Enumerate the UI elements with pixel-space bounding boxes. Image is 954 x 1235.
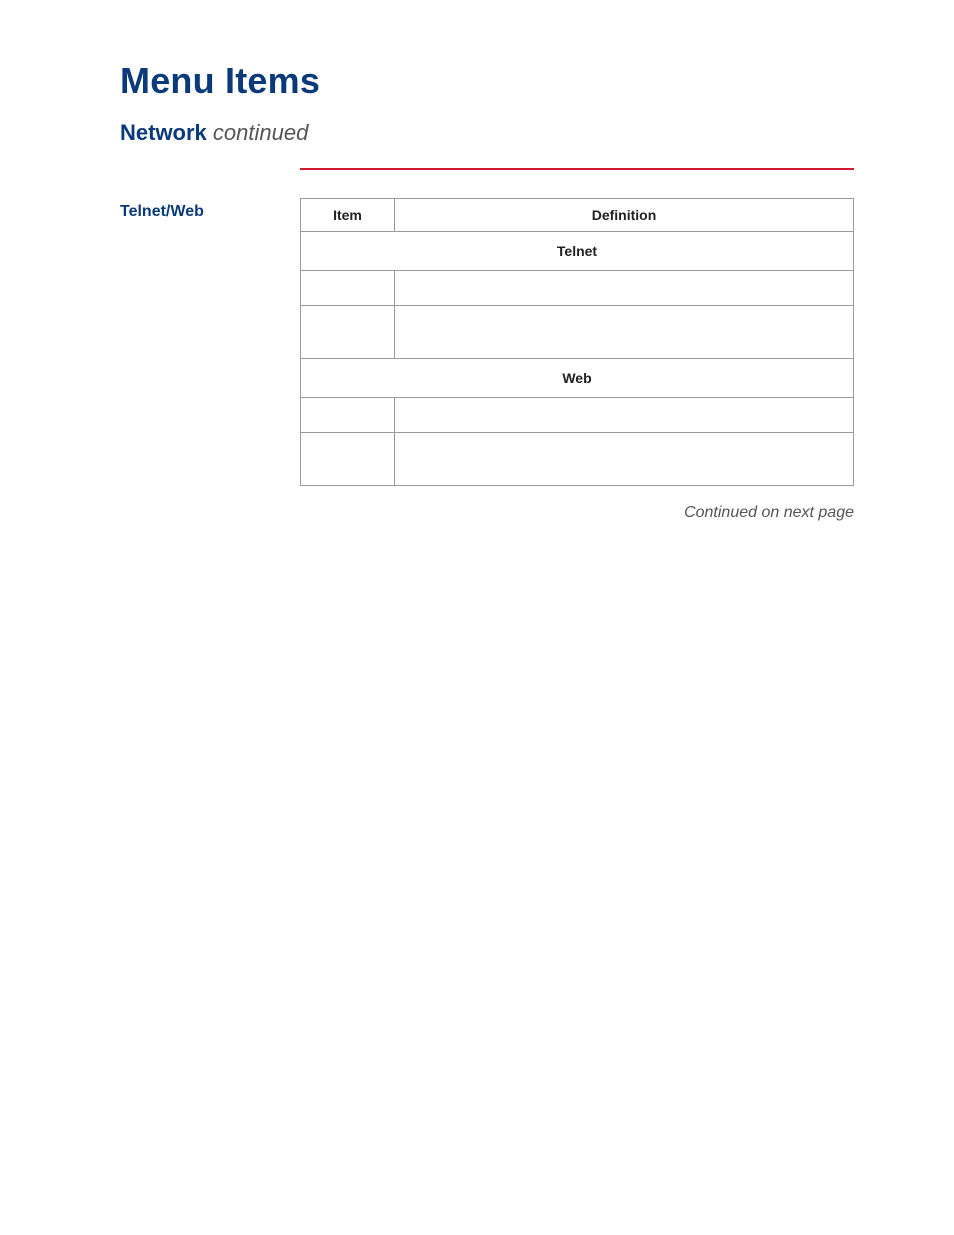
page-title: Menu Items [120, 60, 854, 102]
table-cell-item [301, 271, 395, 306]
main-column: Item Definition Telnet [300, 168, 854, 522]
side-label-column: Telnet/Web [120, 168, 300, 221]
menu-table: Item Definition Telnet [300, 198, 854, 486]
document-page: Menu Items Network continued Telnet/Web … [0, 0, 954, 1235]
table-group-label: Telnet [301, 232, 854, 271]
section-name: Network [120, 120, 207, 145]
table-cell-definition [395, 433, 854, 486]
table-cell-definition [395, 306, 854, 359]
section-continued-label: continued [213, 120, 308, 145]
table-row [301, 271, 854, 306]
content-row: Telnet/Web Item Definition Telnet [120, 168, 854, 522]
table-header-row: Item Definition [301, 199, 854, 232]
section-heading: Network continued [120, 120, 854, 146]
column-header-item: Item [301, 199, 395, 232]
separator-rule [300, 168, 854, 170]
table-row [301, 433, 854, 486]
continued-note: Continued on next page [300, 504, 854, 522]
table-cell-definition [395, 271, 854, 306]
table-group-label: Web [301, 359, 854, 398]
subsection-title: Telnet/Web [120, 203, 290, 221]
table-cell-item [301, 433, 395, 486]
table-cell-definition [395, 398, 854, 433]
table-cell-item [301, 398, 395, 433]
table-cell-item [301, 306, 395, 359]
table-row [301, 398, 854, 433]
table-group-row: Web [301, 359, 854, 398]
column-header-definition: Definition [395, 199, 854, 232]
table-row [301, 306, 854, 359]
table-group-row: Telnet [301, 232, 854, 271]
